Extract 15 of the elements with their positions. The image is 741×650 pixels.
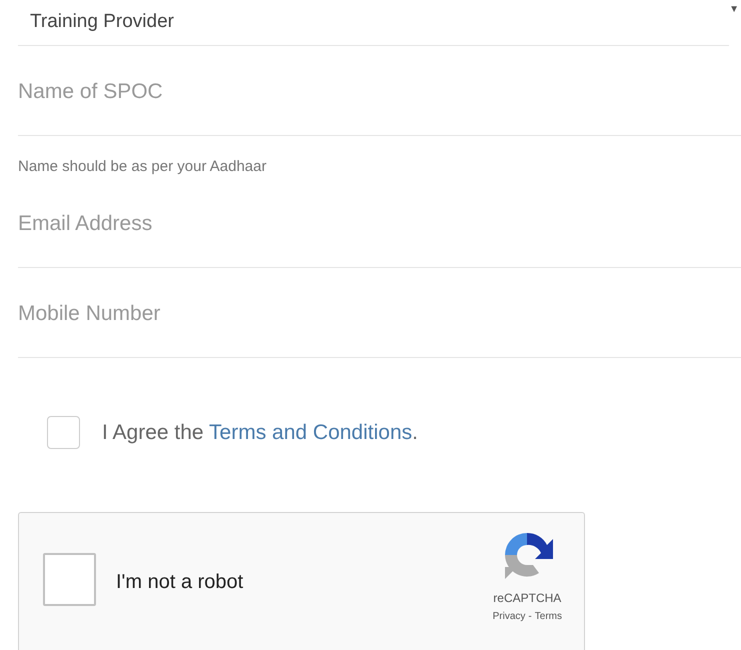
terms-link[interactable]: Terms (534, 609, 562, 624)
privacy-link[interactable]: Privacy (492, 609, 526, 624)
hint-text: Name should be as per your Aadhaar (18, 159, 268, 174)
robot-label: I'm not a robot (116, 570, 244, 595)
terms-link[interactable]: Terms and Conditions (209, 420, 412, 444)
dropdown-arrow-icon: ▼ (729, 2, 739, 17)
agree-text: I Agree the Terms and Conditions. (102, 420, 418, 446)
robot-checkbox[interactable] (43, 553, 96, 606)
text-field[interactable]: Mobile Number (18, 270, 741, 358)
separator-text: - (528, 610, 532, 624)
agree-checkbox[interactable] (47, 416, 80, 449)
recaptcha-brand: reCAPTCHA (493, 590, 562, 607)
text-field[interactable]: Name of SPOC (18, 48, 741, 136)
text-field[interactable]: Email Address (18, 180, 741, 268)
type-select[interactable]: Training Provider (18, 0, 730, 46)
